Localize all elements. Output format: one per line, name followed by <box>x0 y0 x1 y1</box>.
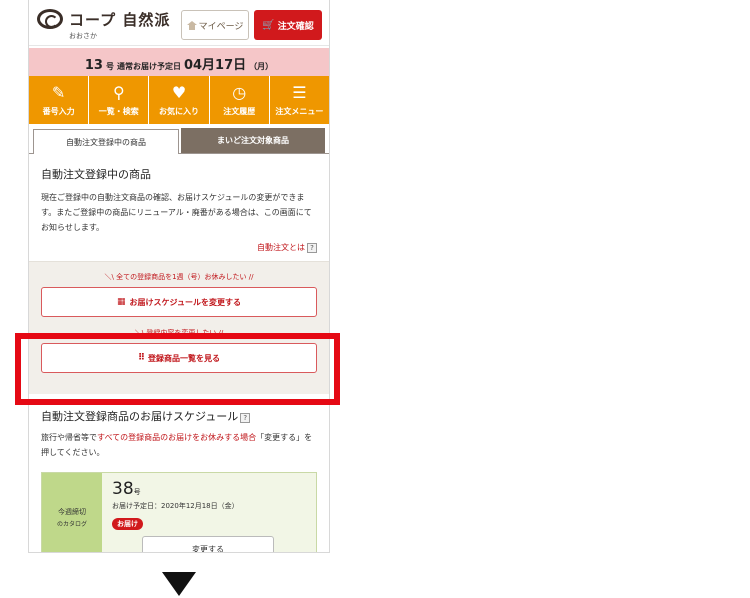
pencil-icon: ✎ <box>51 82 66 102</box>
delivery-label: 通常お届け予定日 <box>116 62 181 71</box>
schedule-issue-number: 38 <box>112 479 134 499</box>
logo-subtitle: おおさか <box>69 32 97 40</box>
search-icon: ⚲ <box>112 82 125 102</box>
order-confirm-button[interactable]: 🛒 注文確認 <box>254 10 322 40</box>
view-registered-items-button[interactable]: ⠿ 登録商品一覧を見る <box>41 343 317 373</box>
mypage-button[interactable]: マイページ <box>181 10 249 40</box>
schedule-deadline-label: 今週締切 <box>58 507 86 516</box>
change-button[interactable]: 変更する <box>142 536 274 552</box>
section-description: 現在ご登録中の自動注文商品の確認、お届けスケジュールの変更ができます。またご登録… <box>41 193 312 232</box>
action-block: ＼\ 全ての登録商品を1週（号）お休みしたい // ▦ お届けスケジュールを変更… <box>29 261 329 394</box>
schedule-title-text: 自動注文登録商品のお届けスケジュール <box>41 410 239 423</box>
help-link-label: 自動注文とは <box>257 243 305 252</box>
edit-caption: ＼\ 登録内容を変更したい // <box>134 329 224 337</box>
house-icon <box>186 20 197 30</box>
logo[interactable]: コープ 自然派 おおさか <box>37 9 177 43</box>
main-nav: ✎ 番号入力 ⚲ 一覧・検索 ♥ お気に入り ◷ 注文履歴 ☰ 注文メニュー <box>29 76 329 124</box>
phone-screen: コープ 自然派 おおさか マイページ 🛒 注文確認 13 号 通常お届け予定日 … <box>28 0 330 553</box>
status-badge: お届け <box>112 518 143 530</box>
schedule-card-body: 38号 お届け予定日：2020年12月18日（金） お届け 変更する <box>102 473 316 552</box>
nav-order-menu[interactable]: ☰ 注文メニュー <box>269 76 329 124</box>
schedule-card: 今週締切 のカタログ 38号 お届け予定日：2020年12月18日（金） お届け… <box>41 472 317 552</box>
nav-label: 一覧・検索 <box>98 106 139 116</box>
nav-search[interactable]: ⚲ 一覧・検索 <box>89 76 150 124</box>
schedule-issue: 38号 <box>112 479 306 499</box>
schedule-title: 自動注文登録商品のお届けスケジュール? <box>41 408 317 424</box>
section-title: 自動注文登録中の商品 <box>41 168 151 181</box>
delivery-date-bar: 13 号 通常お届け予定日 04月17日 （月） <box>29 48 329 76</box>
nav-label: 注文メニュー <box>275 106 324 116</box>
schedule-card-label: 今週締切 のカタログ <box>42 473 102 552</box>
delivery-date: 04月17日 <box>183 58 247 73</box>
grid-icon: ⠿ <box>137 353 145 363</box>
mypage-label: マイページ <box>198 21 244 32</box>
nav-label: 番号入力 <box>42 106 75 116</box>
tab-regular-order[interactable]: まいど注文対象商品 <box>181 128 325 153</box>
view-registered-items-label: 登録商品一覧を見る <box>148 353 221 363</box>
delivery-issue-suffix: 号 <box>105 62 114 71</box>
change-schedule-button[interactable]: ▦ お届けスケジュールを変更する <box>41 287 317 317</box>
logo-mark-icon <box>37 9 63 29</box>
schedule-desc-pre: 旅行や帰省等で <box>41 433 97 442</box>
schedule-description: 旅行や帰省等ですべての登録商品のお届けをお休みする場合「変更する」を押してくださ… <box>41 430 317 460</box>
help-link[interactable]: 自動注文とは? <box>41 242 317 253</box>
question-icon[interactable]: ? <box>240 413 251 423</box>
schedule-delivery-date: お届け予定日：2020年12月18日（金） <box>112 502 239 510</box>
menu-icon: ☰ <box>292 82 307 102</box>
nav-order-history[interactable]: ◷ 注文履歴 <box>209 76 270 124</box>
delivery-weekday: （月） <box>249 62 274 71</box>
nav-favorites[interactable]: ♥ お気に入り <box>149 76 210 124</box>
logo-text: コープ 自然派 <box>69 11 171 29</box>
tab-bar: 自動注文登録中の商品 まいど注文対象商品 <box>29 124 329 154</box>
tab-auto-order[interactable]: 自動注文登録中の商品 <box>33 129 179 154</box>
question-icon: ? <box>307 243 317 253</box>
nav-label: お気に入り <box>159 106 199 116</box>
schedule-issue-suffix: 号 <box>133 488 141 496</box>
auto-order-section: 自動注文登録中の商品 現在ご登録中の自動注文商品の確認、お届けスケジュールの変更… <box>29 154 329 261</box>
schedule-section: 自動注文登録商品のお届けスケジュール? 旅行や帰省等ですべての登録商品のお届けを… <box>29 394 329 552</box>
schedule-desc-emphasis: すべての登録商品のお届けをお休みする場合 <box>97 433 257 442</box>
calendar-icon: ▦ <box>117 297 126 307</box>
nav-label: 注文履歴 <box>223 106 256 116</box>
cart-icon: 🛒 <box>262 19 275 31</box>
nav-number-input[interactable]: ✎ 番号入力 <box>29 76 90 124</box>
clock-icon: ◷ <box>232 82 247 102</box>
delivery-issue-number: 13 <box>84 58 103 73</box>
schedule-catalog-label: のカタログ <box>56 520 87 528</box>
order-confirm-label: 注文確認 <box>277 21 314 32</box>
down-arrow-icon <box>162 572 196 596</box>
app-header: コープ 自然派 おおさか マイページ 🛒 注文確認 <box>29 0 329 46</box>
pause-caption: ＼\ 全ての登録商品を1週（号）お休みしたい // <box>104 273 254 281</box>
heart-icon: ♥ <box>171 82 187 102</box>
change-schedule-label: お届けスケジュールを変更する <box>129 297 241 307</box>
